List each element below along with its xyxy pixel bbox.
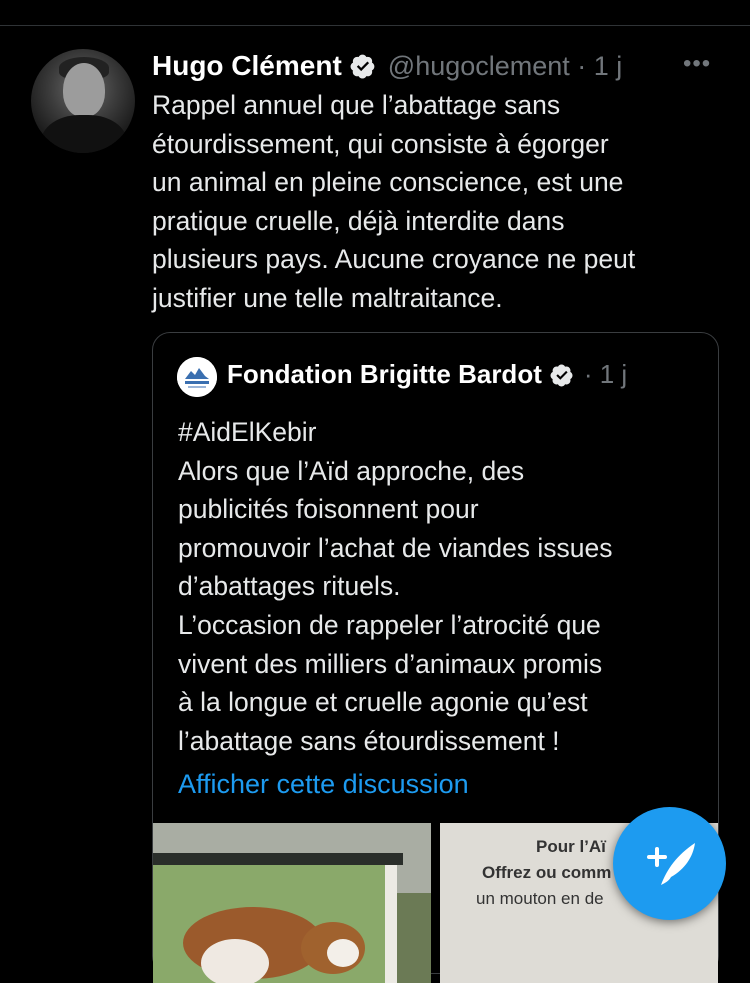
tweet-text: Rappel annuel que l’abattage sans étourd… <box>152 90 636 313</box>
media-text-line-2: Offrez ou comm <box>482 863 612 882</box>
more-options-icon[interactable]: ••• <box>683 50 711 78</box>
quoted-author-name[interactable]: Fondation Brigitte Bardot <box>227 359 542 390</box>
media-text-line-3: un mouton en de <box>476 889 604 908</box>
media-text-line-1: Pour l’Aï <box>536 837 606 856</box>
quoted-text: #AidElKebir Alors que l’Aïd approche, de… <box>178 417 613 756</box>
author-name[interactable]: Hugo Clément <box>152 50 342 82</box>
tweet-header: Hugo Clément @hugoclement · 1 j <box>152 46 622 86</box>
billboard-cow-image <box>153 823 431 983</box>
show-thread-link[interactable]: Afficher cette discussion <box>178 769 469 800</box>
quoted-header: Fondation Brigitte Bardot · 1 j <box>227 359 627 390</box>
avatar[interactable] <box>31 49 135 153</box>
verified-badge-icon <box>550 364 573 386</box>
avatar-body <box>41 115 127 153</box>
top-divider <box>0 25 750 26</box>
verified-badge-icon <box>350 54 375 79</box>
avatar-face <box>63 63 105 117</box>
foundation-logo-icon <box>177 357 217 397</box>
handle-and-time[interactable]: @hugoclement · 1 j <box>388 51 623 82</box>
compose-tweet-icon <box>647 843 695 885</box>
quoted-time: · 1 j <box>583 359 628 389</box>
media-image-left[interactable] <box>153 823 431 983</box>
quoted-avatar <box>177 357 217 397</box>
compose-tweet-button[interactable] <box>613 807 726 920</box>
